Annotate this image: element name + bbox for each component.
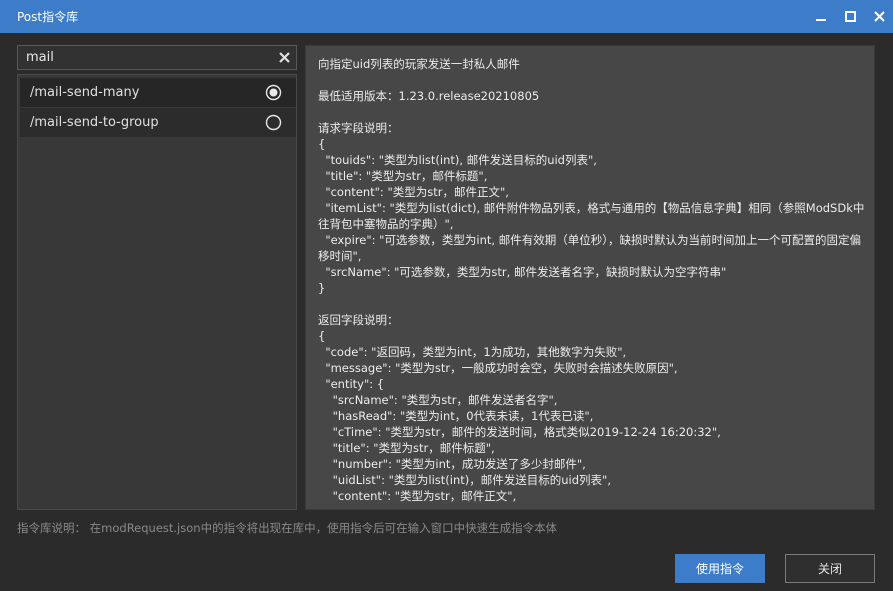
command-item-mail-send-to-group[interactable]: /mail-send-to-group: [20, 108, 296, 137]
title-bar: Post指令库: [0, 0, 893, 33]
minimize-icon: [816, 18, 826, 21]
clear-search-icon[interactable]: [277, 50, 292, 65]
command-item-mail-send-many[interactable]: /mail-send-many: [20, 78, 296, 107]
command-list: /mail-send-many /mail-send-to-group: [17, 74, 297, 510]
use-command-button[interactable]: 使用指令: [675, 554, 765, 583]
search-input[interactable]: [18, 46, 268, 69]
close-window-button[interactable]: [861, 0, 893, 33]
command-label: /mail-send-many: [30, 85, 140, 100]
close-button[interactable]: 关闭: [785, 554, 875, 583]
radio-unselected-icon[interactable]: [265, 114, 282, 131]
window-title: Post指令库: [17, 10, 79, 24]
command-label: /mail-send-to-group: [30, 115, 159, 130]
library-note: 指令库说明： 在modRequest.json中的指令将出现在库中，使用指令后可…: [17, 521, 558, 535]
close-icon: [873, 11, 885, 22]
command-description: 向指定uid列表的玩家发送一封私人邮件 最低适用版本：1.23.0.releas…: [318, 57, 865, 503]
search-box: [17, 45, 297, 70]
description-panel[interactable]: 向指定uid列表的玩家发送一封私人邮件 最低适用版本：1.23.0.releas…: [305, 45, 875, 510]
radio-selected-icon[interactable]: [265, 84, 282, 101]
maximize-icon: [844, 11, 856, 22]
